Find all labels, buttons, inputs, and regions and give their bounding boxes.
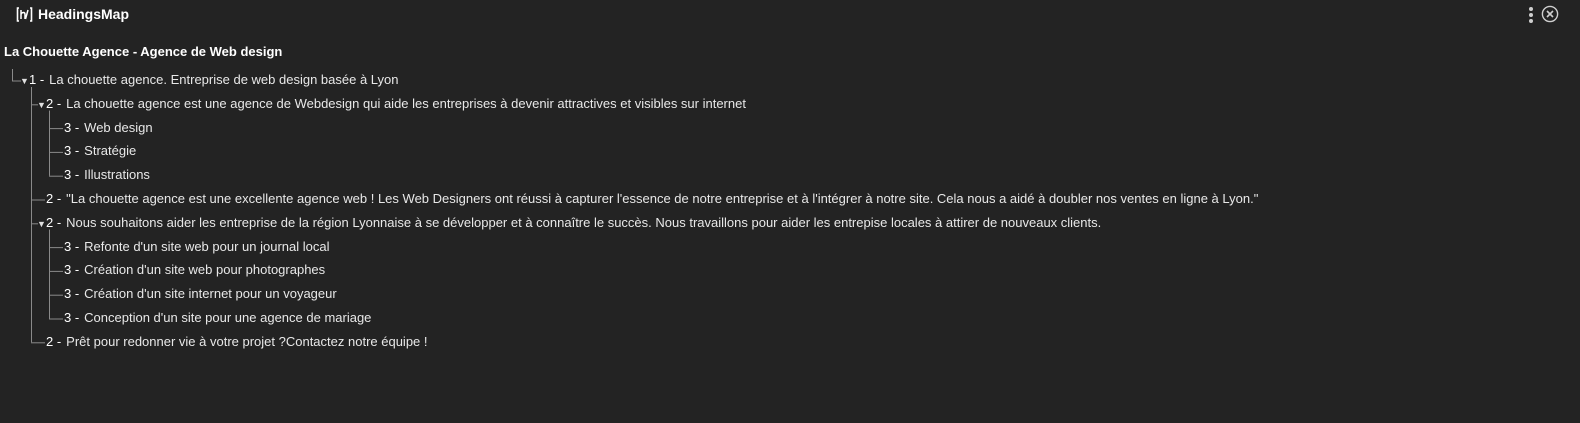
heading-level-number: 3 - xyxy=(64,286,80,302)
heading-level-number: 2 - xyxy=(46,95,62,111)
heading-level-number: 2 - xyxy=(46,214,62,230)
heading-text: "La chouette agence est une excellente a… xyxy=(66,191,1259,206)
heading-item-level-2[interactable]: 2 - "La chouette agence est une excellent… xyxy=(37,190,1258,208)
heading-item-level-2[interactable]: 2 - Prêt pour redonner vie à votre projet… xyxy=(37,333,428,351)
heading-text: Stratégie xyxy=(84,143,137,159)
heading-level-number: 3 - xyxy=(64,143,80,159)
heading-level-number: 3 - xyxy=(64,119,80,135)
heading-text: La chouette agence est une agence de Web… xyxy=(66,95,746,111)
heading-level-number: 3 - xyxy=(64,310,80,325)
heading-level-number: 3 - xyxy=(64,238,80,254)
heading-item-level-3[interactable]: 3 - Illustrations xyxy=(55,166,150,184)
heading-text: Refonte d'un site web pour un journal lo… xyxy=(84,238,330,254)
heading-item-level-3[interactable]: 3 - Stratégie xyxy=(55,142,136,160)
heading-text: Web design xyxy=(84,119,153,135)
heading-item-level-3[interactable]: 3 - Création d'un site web pour photograp… xyxy=(55,261,325,279)
tree-connector-lines xyxy=(12,69,63,344)
heading-item-level-3[interactable]: 3 - Conception d'un site pour une agence … xyxy=(55,309,371,327)
heading-text: La chouette agence. Entreprise de web de… xyxy=(49,72,399,87)
heading-item-level-2[interactable]: ▼2 - La chouette agence est une agence de… xyxy=(37,95,746,113)
heading-item-level-3[interactable]: 3 - Création d'un site internet pour un v… xyxy=(55,285,337,303)
expand-triangle-icon[interactable]: ▼ xyxy=(20,72,29,90)
heading-item-level-1[interactable]: ▼1 - La chouette agence. Entreprise de we… xyxy=(20,71,399,89)
heading-text: Illustrations xyxy=(84,167,150,183)
heading-level-number: 3 - xyxy=(64,262,80,278)
heading-text: Conception d'un site pour une agence de … xyxy=(84,310,372,325)
heading-text: Prêt pour redonner vie à votre projet ?C… xyxy=(66,333,428,349)
heading-level-number: 2 - xyxy=(46,333,62,349)
heading-level-number: 1 - xyxy=(29,72,45,87)
expand-triangle-icon[interactable]: ▼ xyxy=(37,96,46,114)
heading-level-number: 3 - xyxy=(64,167,80,183)
headings-tree: ▼1 - La chouette agence. Entreprise de we… xyxy=(0,0,1570,423)
heading-text: Création d'un site web pour photographes xyxy=(84,262,326,278)
heading-text: Nous souhaitons aider les entreprise de … xyxy=(66,214,1102,230)
heading-level-number: 2 - xyxy=(46,191,62,206)
expand-triangle-icon[interactable]: ▼ xyxy=(37,215,46,233)
heading-item-level-3[interactable]: 3 - Refonte d'un site web pour un journal… xyxy=(55,238,329,256)
heading-item-level-2[interactable]: ▼2 - Nous souhaitons aider les entreprise… xyxy=(37,214,1101,232)
heading-text: Création d'un site internet pour un voya… xyxy=(84,286,337,302)
heading-item-level-3[interactable]: 3 - Web design xyxy=(55,119,153,137)
scrollbar[interactable] xyxy=(1571,36,1577,414)
